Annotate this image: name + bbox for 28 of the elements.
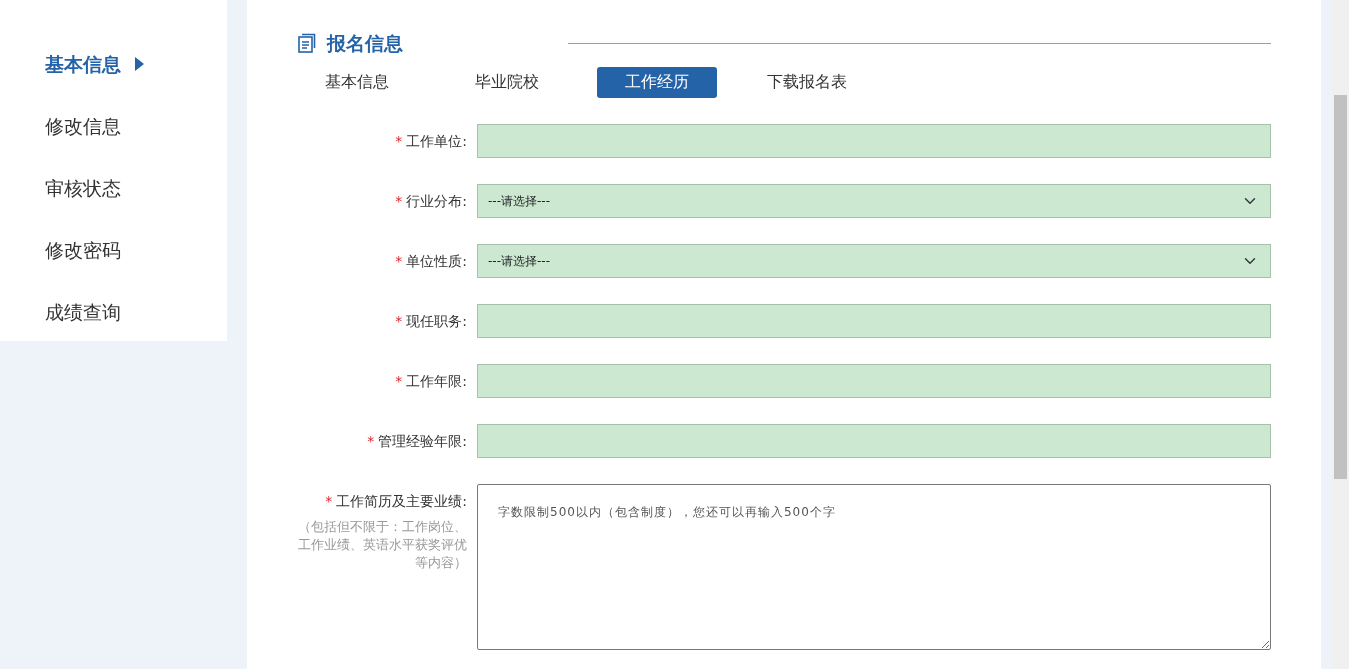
sidebar-item[interactable]: 成绩查询 <box>0 281 227 343</box>
tab[interactable]: 毕业院校 <box>447 66 567 98</box>
scrollbar[interactable] <box>1332 0 1349 669</box>
caret-icon <box>135 57 144 71</box>
field-label: * 行业分布: <box>395 191 467 211</box>
tab[interactable]: 工作经历 <box>597 66 717 98</box>
input-field[interactable] <box>477 423 1271 458</box>
field-label: * 管理经验年限: <box>367 431 467 451</box>
field-label: * 工作单位: <box>395 131 467 151</box>
sidebar-item[interactable]: 审核状态 <box>0 157 227 219</box>
field-hint: （包括但不限于：工作岗位、工作业绩、英语水平获奖评优等内容） <box>297 517 467 572</box>
section-title: 报名信息 <box>327 32 403 55</box>
input-field[interactable] <box>477 303 1271 338</box>
document-icon <box>297 33 317 54</box>
tab[interactable]: 下载报名表 <box>747 66 867 98</box>
field-label: * 工作简历及主要业绩: <box>325 491 467 511</box>
sidebar-item[interactable]: 修改信息 <box>0 95 227 157</box>
input-field[interactable] <box>477 123 1271 158</box>
field-label: * 单位性质: <box>395 251 467 271</box>
field-label: * 现任职务: <box>395 311 467 331</box>
tab[interactable]: 基本信息 <box>297 66 417 98</box>
sidebar-item[interactable]: 基本信息 <box>0 33 227 95</box>
sidebar-item[interactable]: 修改密码 <box>0 219 227 281</box>
select-field[interactable]: ---请选择--- <box>477 243 1271 278</box>
field-label: * 工作年限: <box>395 371 467 391</box>
select-field[interactable]: ---请选择--- <box>477 183 1271 218</box>
input-field[interactable] <box>477 363 1271 398</box>
textarea-field[interactable]: 字数限制500以内（包含制度），您还可以再输入500个字 <box>477 483 1271 650</box>
